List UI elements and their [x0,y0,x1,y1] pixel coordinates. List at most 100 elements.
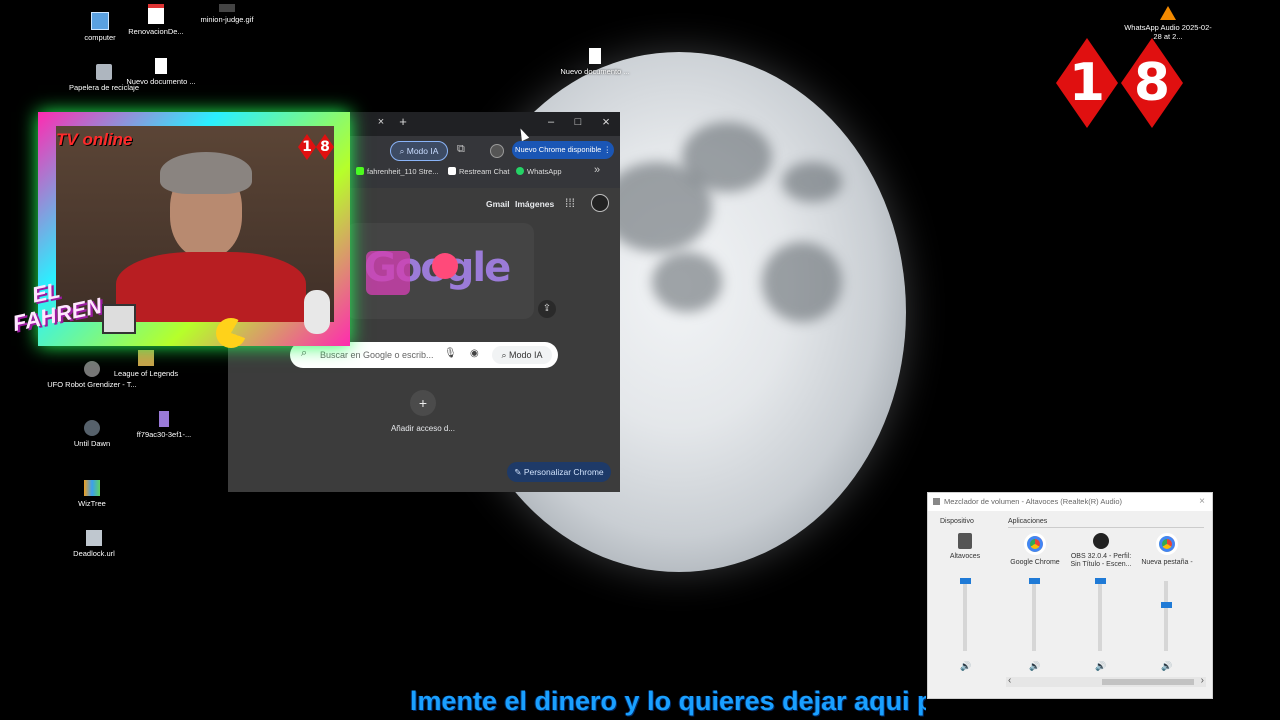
horizontal-scrollbar[interactable]: ‹ › [1006,675,1206,687]
person-hair [160,152,252,194]
bookmark-whatsapp[interactable]: WhatsApp [516,167,562,176]
search-ai-mode-button[interactable]: ⌕ Modo IA [492,346,552,364]
desktop-icon-nuevo-documento[interactable]: Nuevo documento ... [116,58,206,86]
person-shirt [116,252,306,322]
game-icon [84,420,100,436]
update-chrome-button[interactable]: Nuevo Chrome disponible ⋮ [512,141,614,159]
share-icon[interactable]: ⇪ [538,300,556,318]
add-shortcut-label: Añadir acceso d... [390,424,456,433]
volume-track [1164,581,1168,651]
desktop-icon-wiztree[interactable]: WizTree [47,480,137,508]
mute-speaker-icon[interactable]: 🔊 [1095,661,1106,672]
bookmark-label: Restream Chat [459,167,510,176]
pacman-icon [216,318,246,348]
mixer-titlebar[interactable]: Mezclador de volumen - Altavoces (Realte… [928,493,1212,511]
channel-name: Google Chrome [1010,559,1060,566]
doodle-shape [366,251,410,295]
channel-name: OBS 32.0.4 - Perfil: Sin Título - Escen.… [1070,553,1132,568]
small-badge-digit-2: 8 [320,139,330,155]
lens-icon[interactable]: ◉ [470,348,479,359]
apps-grid-icon[interactable]: ⁞⁞⁞ [565,196,575,210]
mute-speaker-icon[interactable]: 🔊 [960,661,971,672]
restream-icon [448,167,456,175]
doodle-orb [432,253,458,279]
bookmark-label: WhatsApp [527,167,562,176]
bookmarks-overflow-icon[interactable]: » [594,164,600,176]
astronaut-icon [304,290,330,334]
desktop-icon-deadlock[interactable]: Deadlock.url [49,530,139,558]
scroll-thumb[interactable] [1102,679,1194,685]
account-avatar[interactable] [591,194,609,212]
sparkle-search-icon: ⌕ [399,146,407,156]
google-doodle[interactable]: Google [346,223,534,319]
new-tab-button[interactable]: + [394,114,412,130]
kick-icon [356,167,364,175]
joystick-icon [102,304,136,334]
scroll-left-arrow[interactable]: ‹ [1008,675,1011,686]
update-chrome-label: Nuevo Chrome disponible [515,145,602,154]
mixer-channel-obs: OBS 32.0.4 - Perfil: Sin Título - Escen.… [1069,533,1133,569]
customize-chrome-button[interactable]: ✎ Personalizar Chrome [507,462,611,482]
chrome-icon [1024,533,1046,555]
desktop-icon-label: minion-judge.gif [200,15,254,24]
search-input[interactable]: Buscar en Google o escrib... [320,350,434,360]
extensions-icon[interactable]: ⧉ [457,143,465,156]
mixer-channel-chrome: Google Chrome [1003,533,1067,567]
add-shortcut-button[interactable]: + Añadir acceso d... [388,390,458,450]
desktop-icon-whatsapp-audio[interactable]: WhatsApp Audio 2025-02-28 at 2... [1123,6,1213,41]
game-icon [138,350,154,366]
text-file-icon [589,48,601,64]
scroll-right-arrow[interactable]: › [1201,675,1204,686]
pencil-icon: ✎ [514,467,524,477]
channel-name: Altavoces [949,553,981,560]
speaker-device-icon [958,533,972,549]
live-subtitle: lmente el dinero y lo quieres dejar aqui… [410,686,926,716]
vlc-icon [1160,6,1176,20]
volume-slider-1[interactable] [1029,578,1040,584]
volume-slider-0[interactable] [960,578,971,584]
desktop-icon-label: League of Legends [113,369,179,378]
volume-slider-2[interactable] [1095,578,1106,584]
volume-track [963,581,967,651]
desktop-icon-minion[interactable]: minion-judge.gif [182,4,272,24]
file-icon [159,411,169,427]
computer-icon [91,12,109,30]
desktop-icon-label: ff79ac30-3ef1-... [136,430,192,439]
close-window-button[interactable]: × [597,114,615,130]
gif-file-icon [219,4,235,12]
images-link[interactable]: Imágenes [515,199,554,209]
volume-track [1098,581,1102,651]
plus-icon: + [410,390,436,416]
speaker-app-icon [933,498,940,505]
app-shortcut-icon [84,361,100,377]
microphone-icon[interactable]: 🎙 [444,348,457,359]
desktop-icon-label: WizTree [78,499,106,508]
mute-speaker-icon[interactable]: 🔊 [1029,661,1040,672]
gmail-link[interactable]: Gmail [486,199,510,209]
bookmark-restream-chat[interactable]: Restream Chat [448,167,509,176]
desktop-icon-league-of-legends[interactable]: League of Legends [101,350,191,378]
mixer-close-button[interactable]: × [1199,493,1205,511]
maximize-button[interactable]: □ [569,116,587,132]
mute-speaker-icon[interactable]: 🔊 [1161,661,1172,672]
large-badge-digit-1: 1 [1068,53,1106,113]
mixer-title: Mezclador de volumen - Altavoces (Realte… [944,497,1122,506]
profile-avatar[interactable] [490,144,504,158]
desktop-icon-label: Nuevo documento ... [560,67,630,76]
bookmark-fahrenheit[interactable]: fahrenheit_110 Stre... [356,167,439,176]
pdf-file-icon [148,4,164,24]
minimize-button[interactable]: – [542,116,560,132]
url-shortcut-icon [86,530,102,546]
mixer-channel-new-tab: Nueva pestaña - [1135,533,1199,567]
desktop-icon-nuevo-documento-2[interactable]: Nuevo documento ... [550,48,640,76]
text-file-icon [155,58,167,74]
ai-mode-button[interactable]: ⌕ Modo IA [390,141,448,161]
large-badge-digit-2: 8 [1133,53,1171,113]
wiztree-icon [84,480,100,496]
desktop-icon-label: UFO Robot Grendizer - T... [47,380,137,389]
tab-close-icon[interactable]: × [372,116,390,132]
whatsapp-icon [516,167,524,175]
volume-mixer-window[interactable]: Mezclador de volumen - Altavoces (Realte… [927,492,1213,699]
desktop-icon-ff79ac30[interactable]: ff79ac30-3ef1-... [119,411,209,439]
volume-slider-3[interactable] [1161,602,1172,608]
